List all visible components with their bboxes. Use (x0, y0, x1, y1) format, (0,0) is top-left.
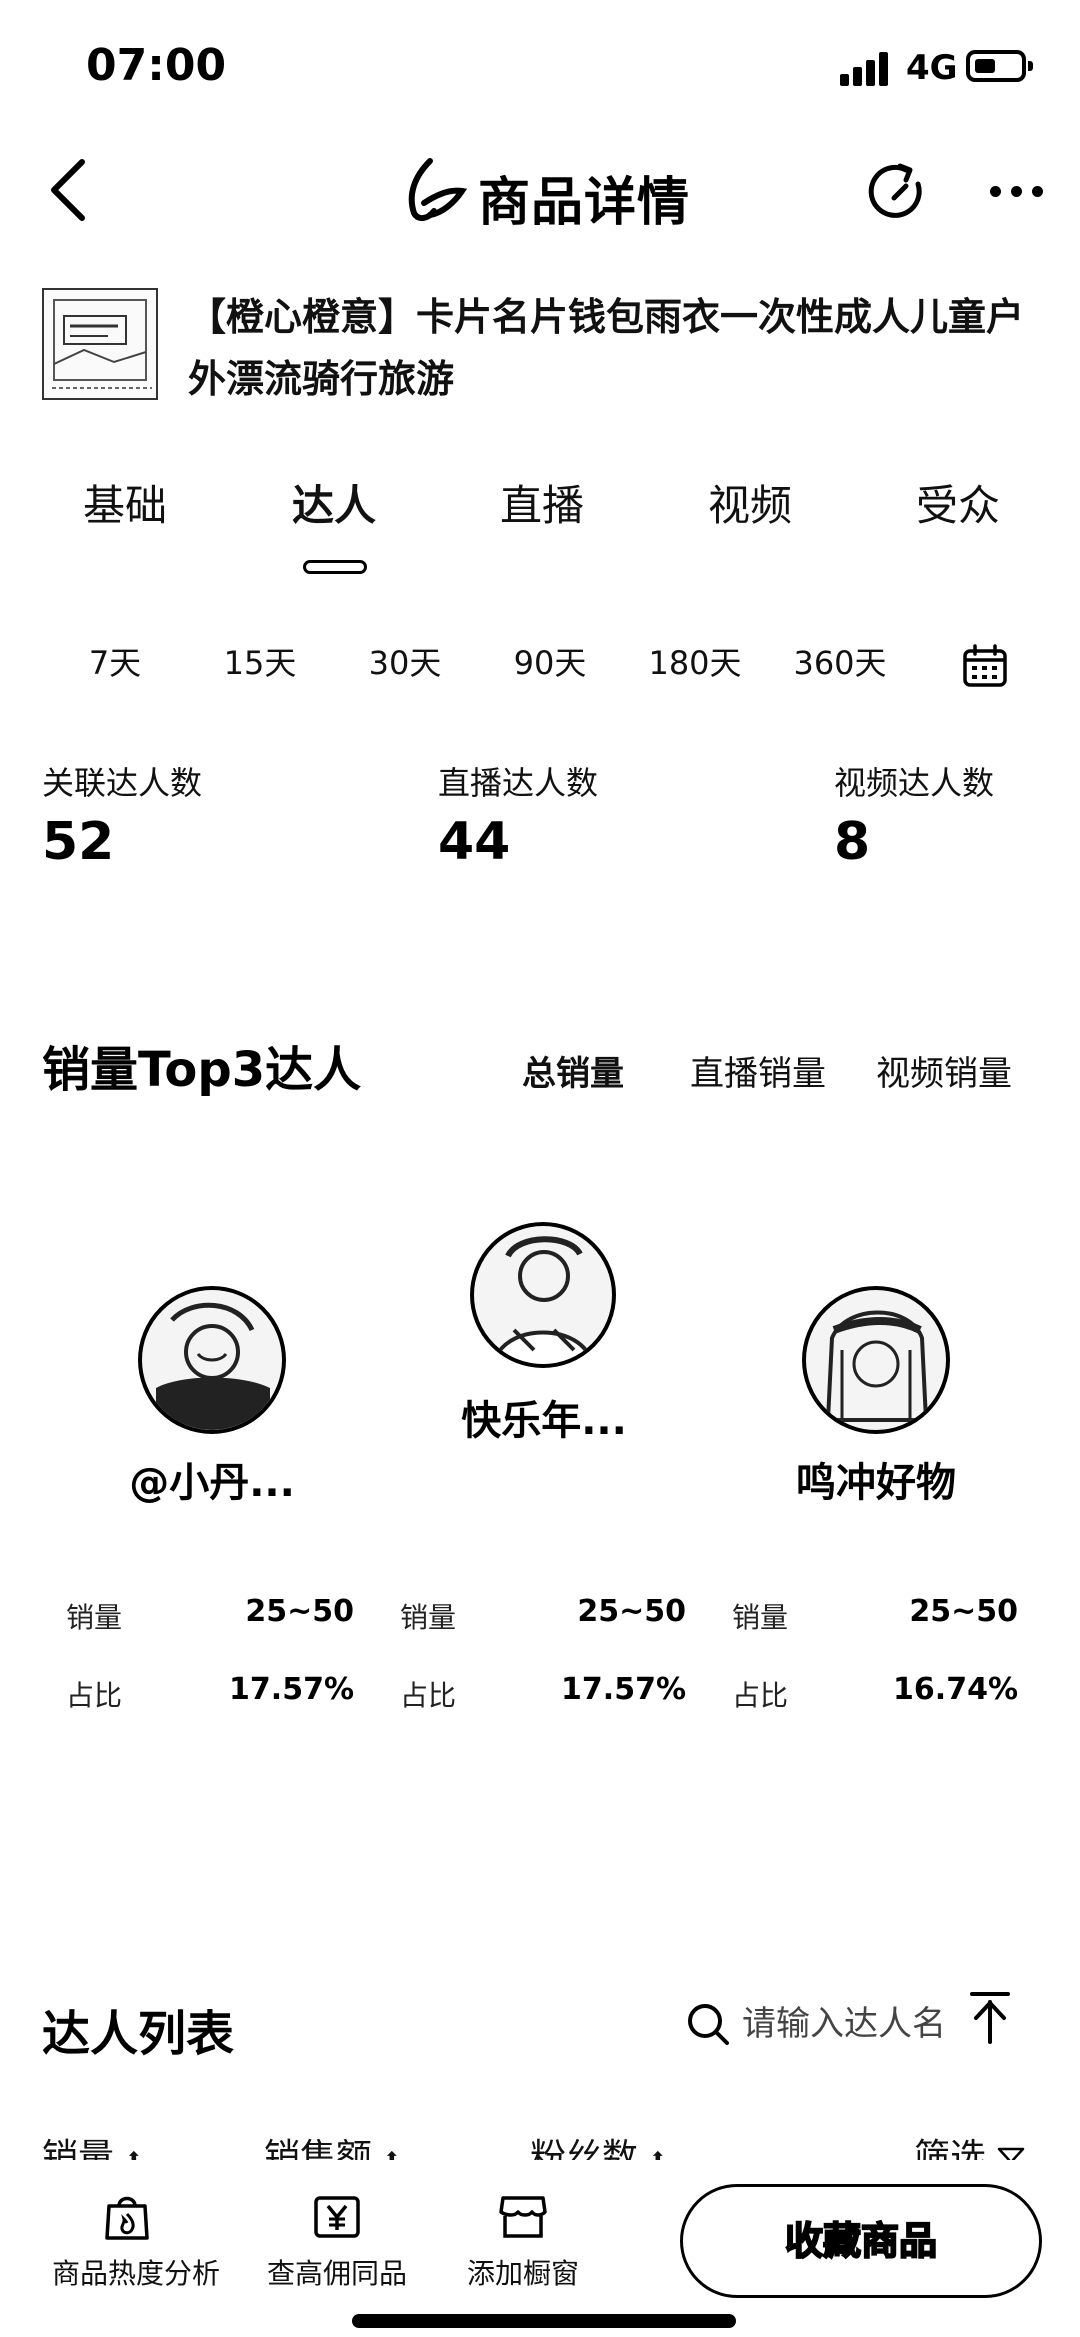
influencer-name[interactable]: 快乐年... (414, 1388, 674, 1446)
hot-bag-icon (105, 2196, 149, 2240)
collect-button[interactable]: 收藏商品 (680, 2184, 1042, 2298)
top3-filter-total[interactable]: 总销量 (522, 1046, 624, 1095)
high-commission-button[interactable]: 查高佣同品 (262, 2190, 412, 2292)
home-indicator (352, 2314, 736, 2328)
list-title: 达人列表 (42, 2006, 235, 2062)
metric-label-share: 占比 (66, 1679, 123, 1712)
stat-value-related: 52 (42, 812, 115, 872)
network-type: 4G (906, 48, 958, 88)
refresh-icon[interactable] (866, 160, 930, 224)
tab-basic[interactable]: 基础 (65, 472, 185, 533)
time-filter-90d[interactable]: 90天 (490, 638, 610, 684)
metric-label-share: 占比 (400, 1679, 457, 1712)
search-input[interactable] (742, 2000, 942, 2048)
hot-analysis-button[interactable]: 商品热度分析 (52, 2190, 221, 2292)
tab-audience[interactable]: 受众 (898, 472, 1018, 533)
product-title: 【橙心橙意】卡片名片钱包雨衣一次性成人儿童户外漂流骑行旅游 (188, 295, 1025, 401)
avatar[interactable] (138, 1286, 286, 1434)
time-filter-7d[interactable]: 7天 (55, 638, 175, 684)
top3-filter-video[interactable]: 视频销量 (876, 1046, 1012, 1095)
tab-video[interactable]: 视频 (690, 472, 810, 533)
metric-value-sales: 25~50 (577, 1594, 686, 1629)
metric-label-sales: 销量 (400, 1601, 457, 1634)
bottom-item-label: 添加橱窗 (466, 2257, 579, 2290)
influencer-name[interactable]: @小丹... (82, 1450, 342, 1508)
metric-label-sales: 销量 (732, 1601, 789, 1634)
time-filter-360d[interactable]: 360天 (780, 638, 900, 684)
avatar[interactable] (470, 1222, 616, 1368)
stat-value-video: 8 (834, 812, 871, 872)
metric-value-share: 17.57% (561, 1672, 686, 1707)
metric-label-share: 占比 (732, 1679, 789, 1712)
avatar[interactable] (802, 1286, 950, 1434)
stat-label-video: 视频达人数 (834, 764, 995, 802)
top3-filter-live[interactable]: 直播销量 (690, 1046, 826, 1095)
page-title: 商品详情 (478, 173, 691, 233)
stat-label-live: 直播达人数 (438, 764, 599, 802)
calendar-icon[interactable] (962, 644, 1008, 688)
shop-icon (499, 2196, 547, 2238)
metric-value-share: 17.57% (229, 1672, 354, 1707)
top3-title: 销量Top3达人 (42, 1042, 362, 1098)
bottom-item-label: 商品热度分析 (52, 2257, 221, 2290)
more-icon[interactable] (990, 182, 1046, 202)
stat-label-related: 关联达人数 (42, 764, 203, 802)
time-filter-180d[interactable]: 180天 (635, 638, 755, 684)
back-icon[interactable] (40, 150, 100, 230)
time-filter-30d[interactable]: 30天 (345, 638, 465, 684)
add-showcase-button[interactable]: 添加橱窗 (448, 2190, 598, 2292)
battery-icon (966, 50, 1033, 82)
metric-label-sales: 销量 (66, 1601, 123, 1634)
metric-value-sales: 25~50 (909, 1594, 1018, 1629)
signal-icon (840, 52, 892, 86)
tab-influencer[interactable]: 达人 (274, 472, 394, 533)
logo-icon (408, 158, 468, 221)
yen-icon (314, 2196, 360, 2238)
bottom-item-label: 查高佣同品 (266, 2257, 407, 2290)
search-icon (688, 2004, 729, 2045)
metric-value-share: 16.74% (893, 1672, 1018, 1707)
time-filter-15d[interactable]: 15天 (200, 638, 320, 684)
tab-active-indicator (303, 560, 367, 574)
scroll-to-top-icon[interactable] (968, 1990, 1012, 2046)
tab-live[interactable]: 直播 (482, 472, 602, 533)
status-time: 07:00 (86, 40, 227, 91)
metric-value-sales: 25~50 (245, 1594, 354, 1629)
stat-value-live: 44 (438, 812, 511, 872)
influencer-name[interactable]: 鸣冲好物 (746, 1450, 1006, 1508)
product-image[interactable] (42, 288, 158, 400)
